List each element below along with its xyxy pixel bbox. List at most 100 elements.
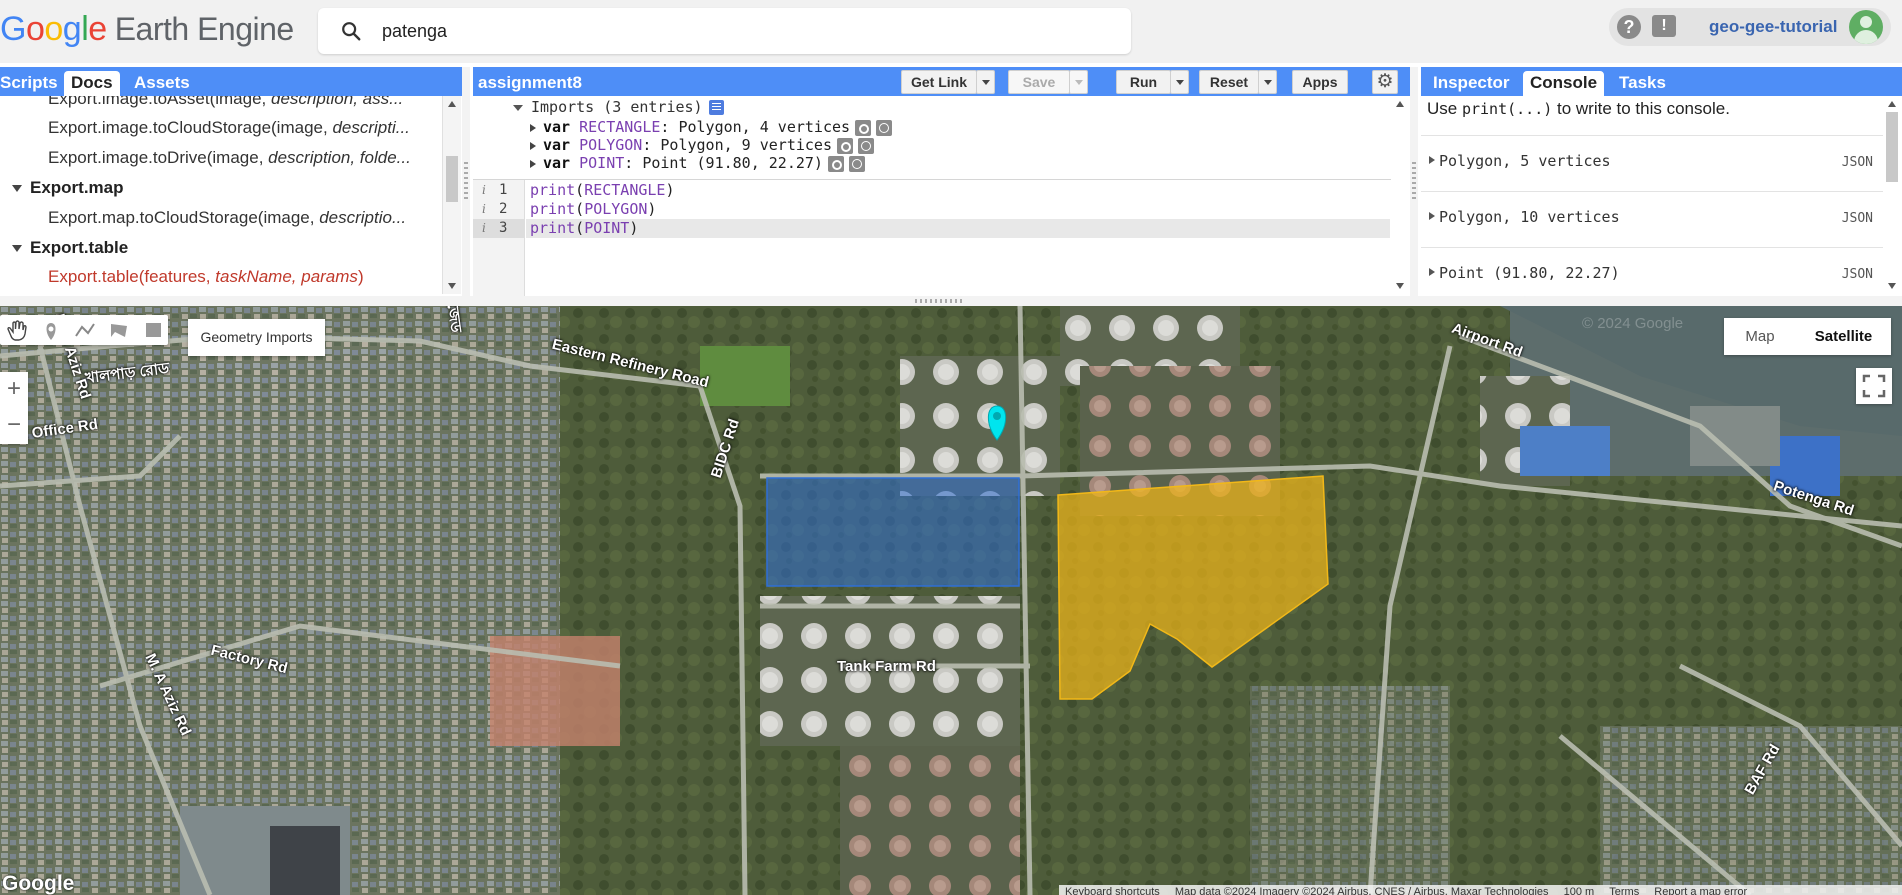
geometry-zoom-icon[interactable] (848, 155, 865, 172)
import-row[interactable]: var RECTANGLE: Polygon, 4 vertices (530, 118, 893, 136)
map-view[interactable]: Eastern Refinery Road খালপাড় রোড Post O… (0, 306, 1902, 895)
expand-icon[interactable] (1429, 212, 1435, 220)
doc-item[interactable]: Export.image.toDrive(image, description,… (0, 143, 442, 173)
draw-shape-icon[interactable] (102, 315, 136, 345)
zoom-in-button[interactable]: + (0, 372, 28, 408)
zoom-out-button[interactable]: − (0, 408, 28, 444)
hint-text: to write to this console. (1552, 99, 1730, 118)
draw-line-icon[interactable] (68, 315, 102, 345)
earth-engine-logo[interactable]: Google Earth Engine (0, 8, 294, 50)
json-toggle[interactable]: JSON (1842, 155, 1873, 170)
console-entry[interactable]: Polygon, 5 vertices JSON (1421, 135, 1883, 191)
docs-list: Export.image.toAsset(image, description,… (0, 96, 442, 294)
panel-splitter[interactable] (1410, 67, 1418, 296)
editor-scrollbar[interactable] (1391, 96, 1410, 294)
json-toggle[interactable]: JSON (1842, 211, 1873, 226)
scroll-down-icon[interactable] (448, 283, 456, 289)
map-splitter[interactable] (0, 296, 1902, 306)
logo-letter: e (88, 10, 107, 48)
scroll-up-icon[interactable] (448, 101, 456, 107)
line-number: i1 (473, 181, 525, 200)
save-dropdown[interactable] (1069, 70, 1088, 94)
rectangle-geometry[interactable] (766, 477, 1020, 587)
line-number: i2 (473, 200, 525, 219)
doc-item[interactable]: Export.map.toCloudStorage(image, descrip… (0, 203, 442, 233)
expand-icon[interactable] (1429, 156, 1435, 164)
import-row[interactable]: var POINT: Point (91.80, 22.27) (530, 154, 865, 172)
doc-item[interactable]: Export.image.toAsset(image, description,… (0, 96, 442, 114)
save-button[interactable]: Save (1008, 70, 1070, 94)
scroll-up-icon[interactable] (1396, 101, 1404, 107)
doc-item[interactable]: Export.image.toCloudStorage(image, descr… (0, 113, 442, 143)
get-link-button[interactable]: Get Link (901, 70, 977, 94)
geometry-imports-button[interactable]: Geometry Imports (188, 319, 325, 356)
tab-inspector[interactable]: Inspector (1426, 71, 1517, 96)
import-keyword: var (543, 136, 571, 154)
doc-fn-name: Export.image.toCloudStorage(image, (48, 118, 333, 137)
doc-group-export-map[interactable]: Export.map (0, 173, 442, 203)
doc-fn-args: descriptio... (319, 208, 407, 227)
draw-rectangle-icon[interactable] (136, 315, 170, 345)
user-name[interactable]: geo-gee-tutorial (1709, 17, 1837, 37)
scroll-down-icon[interactable] (1888, 283, 1896, 289)
import-row[interactable]: var POLYGON: Polygon, 9 vertices (530, 136, 874, 154)
keyboard-shortcuts-link[interactable]: Keyboard shortcuts (1065, 886, 1160, 895)
help-icon[interactable]: ? (1617, 15, 1641, 39)
info-icon: i (482, 183, 486, 197)
apps-button[interactable]: Apps (1292, 70, 1348, 94)
report-error-link[interactable]: Report a map error (1654, 886, 1747, 895)
doc-group-export-table[interactable]: Export.table (0, 233, 442, 263)
map-type-satellite-button[interactable]: Satellite (1796, 318, 1891, 355)
code-arg: POINT (584, 219, 630, 237)
tab-docs[interactable]: Docs (64, 71, 120, 96)
console-scrollbar[interactable] (1883, 96, 1902, 294)
tab-console[interactable]: Console (1523, 71, 1605, 96)
gear-icon[interactable]: ⚙ (1372, 70, 1398, 94)
run-dropdown[interactable] (1170, 70, 1189, 94)
run-button[interactable]: Run (1116, 70, 1171, 94)
tab-scripts[interactable]: Scripts (0, 71, 65, 96)
imports-section: Imports (3 entries) var RECTANGLE: Polyg… (473, 96, 1391, 180)
docs-scrollbar[interactable] (442, 96, 461, 294)
line-num: 1 (499, 182, 508, 198)
feedback-icon[interactable]: ! (1652, 15, 1676, 37)
avatar[interactable] (1849, 10, 1883, 44)
imports-header[interactable]: Imports (3 entries) (513, 98, 724, 116)
point-geometry[interactable] (987, 405, 1007, 441)
json-toggle[interactable]: JSON (1842, 267, 1873, 282)
console-entry[interactable]: Point (91.80, 22.27) JSON (1421, 247, 1883, 296)
scale-bar[interactable]: 100 m (1564, 886, 1595, 895)
scrollbar-thumb[interactable] (446, 156, 458, 202)
script-title[interactable]: assignment8 (478, 71, 582, 95)
geometry-settings-icon[interactable] (827, 155, 844, 172)
get-link-dropdown[interactable] (976, 70, 995, 94)
code-line-current[interactable]: print(POINT) (526, 219, 1390, 238)
terms-link[interactable]: Terms (1609, 886, 1639, 895)
tab-assets[interactable]: Assets (127, 71, 197, 96)
reset-button[interactable]: Reset (1199, 70, 1259, 94)
scroll-down-icon[interactable] (1396, 283, 1404, 289)
hand-pan-icon[interactable] (0, 315, 34, 345)
tab-tasks[interactable]: Tasks (1612, 71, 1673, 96)
show-generated-code-icon[interactable] (708, 100, 724, 115)
geometry-zoom-icon[interactable] (858, 137, 874, 154)
panel-splitter[interactable] (462, 67, 470, 296)
search-bar[interactable] (318, 8, 1131, 54)
fullscreen-icon[interactable] (1856, 368, 1892, 404)
search-input[interactable] (382, 18, 1082, 44)
geometry-settings-icon[interactable] (855, 119, 872, 136)
polygon-geometry[interactable] (1057, 475, 1329, 700)
scrollbar-thumb[interactable] (1886, 112, 1898, 182)
add-marker-icon[interactable] (34, 315, 68, 345)
geometry-zoom-icon[interactable] (876, 119, 893, 136)
console-entry[interactable]: Polygon, 10 vertices JSON (1421, 191, 1883, 247)
code-line[interactable]: print(POLYGON) (530, 200, 656, 219)
scroll-up-icon[interactable] (1888, 101, 1896, 107)
geometry-settings-icon[interactable] (837, 137, 853, 154)
map-type-map-button[interactable]: Map (1724, 318, 1796, 355)
reset-dropdown[interactable] (1258, 70, 1277, 94)
code-area[interactable]: Imports (3 entries) var RECTANGLE: Polyg… (473, 96, 1391, 296)
expand-icon[interactable] (1429, 268, 1435, 276)
doc-item-selected[interactable]: Export.table(features, taskName, params) (0, 262, 442, 292)
code-line[interactable]: print(RECTANGLE) (530, 181, 675, 200)
